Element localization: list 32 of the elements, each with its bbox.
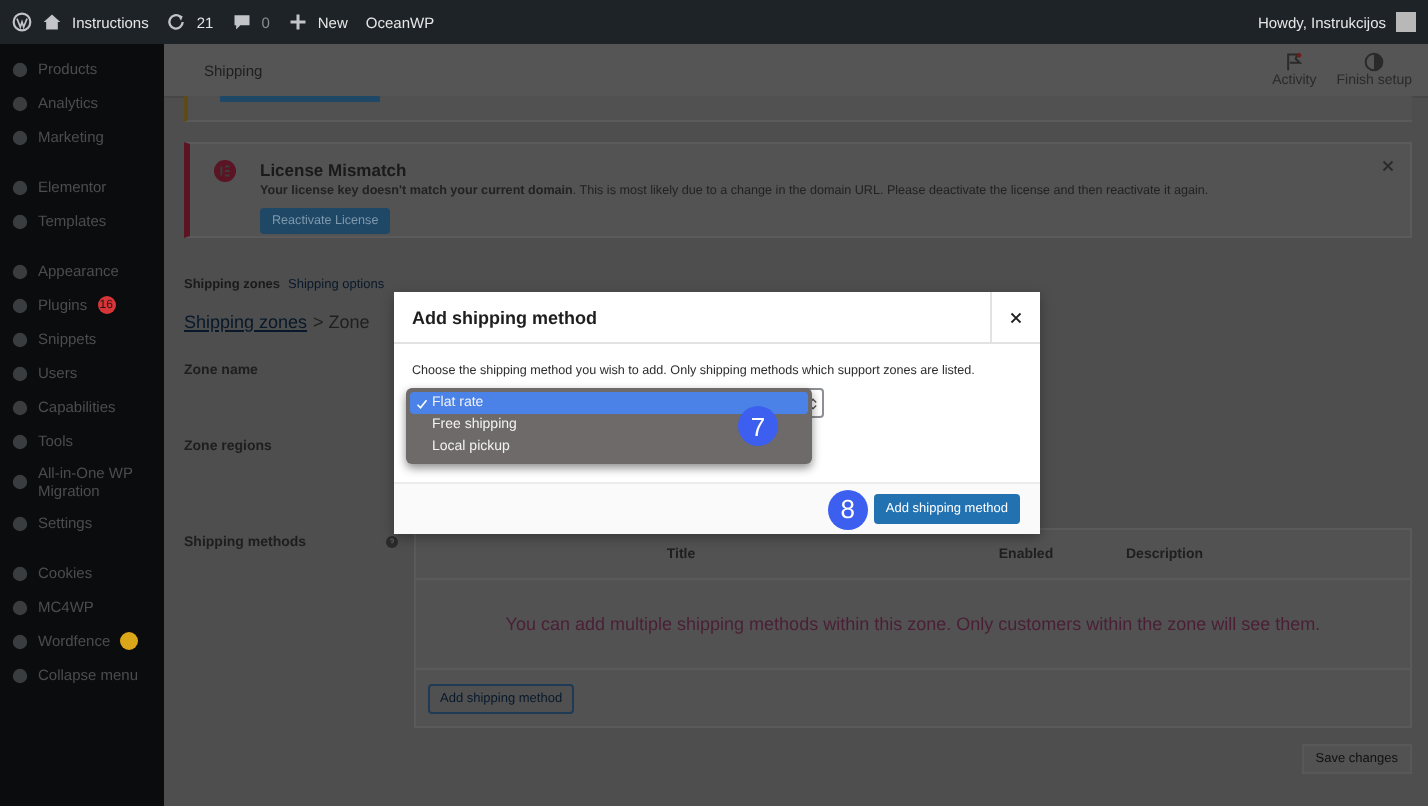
circle-icon (12, 633, 28, 649)
circle-icon (12, 433, 28, 449)
circle-icon (12, 474, 28, 490)
comment-icon[interactable] (231, 12, 252, 32)
checkmark-icon (416, 397, 428, 409)
circle-icon (12, 95, 28, 111)
home-icon[interactable] (42, 12, 62, 32)
circle-icon (12, 399, 28, 415)
refresh-icon[interactable] (166, 12, 187, 32)
circle-icon (12, 213, 28, 229)
circle-icon (12, 515, 28, 531)
circle-icon (12, 61, 28, 77)
close-icon (1010, 311, 1022, 323)
plus-icon[interactable] (287, 12, 308, 32)
circle-icon (12, 667, 28, 683)
elementor-logo-icon (214, 160, 236, 182)
circle-icon (12, 565, 28, 581)
close-button[interactable] (990, 292, 1040, 342)
breadcrumb-link[interactable]: Shipping zones (184, 312, 308, 332)
flag-icon (1284, 52, 1305, 72)
half-circle-icon (1364, 52, 1385, 72)
step-number-badge: 8 (827, 489, 868, 529)
circle-icon (12, 365, 28, 381)
circle-icon (12, 297, 28, 313)
circle-icon (12, 599, 28, 615)
dialog-title: Add shipping method (410, 307, 599, 327)
notice-title: License Mismatch (260, 160, 409, 180)
wordpress-logo-icon[interactable] (12, 12, 32, 32)
circle-icon (12, 331, 28, 347)
circle-icon (12, 263, 28, 279)
circle-icon (12, 129, 28, 145)
circle-icon (12, 179, 28, 195)
